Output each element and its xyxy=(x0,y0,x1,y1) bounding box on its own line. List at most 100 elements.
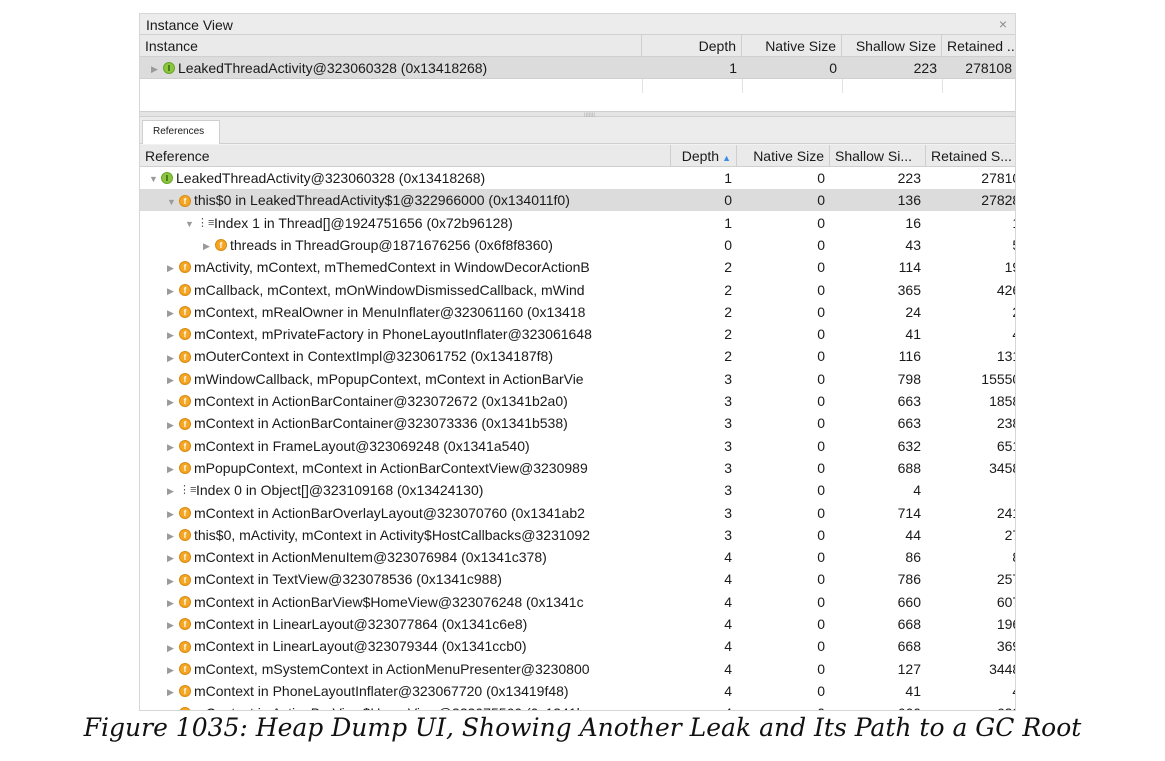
sort-ascending-icon: ▲ xyxy=(722,153,731,163)
field-icon: f xyxy=(179,350,191,363)
reference-row[interactable]: ▼ f this$0 in LeakedThreadActivity$1@32296… xyxy=(140,189,1015,212)
reference-native-cell: 0 xyxy=(817,281,825,298)
column-header-reference[interactable]: Reference xyxy=(140,145,671,167)
field-icon: f xyxy=(179,328,191,341)
instance-retained-size: 278108 xyxy=(965,60,1012,76)
array-index-icon: ⋮≡ xyxy=(179,484,197,497)
reference-cell: ▶ f mContext in TextView@323078536 (0x1341… xyxy=(140,568,671,590)
reference-retained-cell: 155502 xyxy=(981,370,1015,387)
reference-row[interactable]: ▶ f mContext in ActionMenuItem@323076984 (… xyxy=(140,546,1015,568)
reference-retained-cell: 4 xyxy=(926,479,1015,501)
field-icon: f xyxy=(179,529,191,542)
reference-row[interactable]: ▶ f mActivity, mContext, mThemedContext in… xyxy=(140,256,1015,278)
reference-row[interactable]: ▶ f mContext in TextView@323078536 (0x1341… xyxy=(140,568,1015,590)
reference-row[interactable]: ▶ ⋮≡Index 0 in Object[]@323109168 (0x1342… xyxy=(140,479,1015,501)
column-header-shallow-size[interactable]: Shallow Size xyxy=(842,35,942,57)
reference-row[interactable]: ▶ f mContext, mPrivateFactory in PhoneLayo… xyxy=(140,323,1015,345)
reference-row[interactable]: ▶ f mContext in LinearLayout@323077864 (0x… xyxy=(140,613,1015,635)
expand-arrow-icon[interactable]: ▶ xyxy=(167,302,179,323)
reference-native-cell: 0 xyxy=(817,393,825,409)
column-header-depth[interactable]: Depth ▲ xyxy=(671,145,737,167)
collapse-arrow-icon[interactable]: ▼ xyxy=(149,168,161,189)
column-header-depth[interactable]: Depth xyxy=(642,35,742,57)
column-header-retained[interactable]: Retained ...▼ xyxy=(942,35,1015,57)
column-header-native-size[interactable]: Native Size xyxy=(737,145,830,167)
reference-shallow-cell: 4 xyxy=(913,482,921,499)
reference-row[interactable]: ▶ f mCallback, mContext, mOnWindowDismisse… xyxy=(140,279,1015,301)
reference-row[interactable]: ▶ f mContext in FrameLayout@323069248 (0x1… xyxy=(140,435,1015,457)
column-header-shallow-size[interactable]: Shallow Si... xyxy=(830,145,926,167)
reference-row[interactable]: ▼ ⋮≡Index 1 in Thread[]@1924751656 (0x72b… xyxy=(140,212,1015,234)
expand-arrow-icon[interactable]: ▶ xyxy=(167,525,179,546)
expand-arrow-icon[interactable]: ▶ xyxy=(203,235,215,256)
reference-native-cell: 0 xyxy=(817,437,825,454)
expand-arrow-icon[interactable]: ▶ xyxy=(167,280,179,301)
expand-arrow-icon[interactable]: ▶ xyxy=(167,436,179,457)
reference-row[interactable]: ▶ f mContext, mSystemContext in ActionMenu… xyxy=(140,658,1015,680)
reference-row[interactable]: ▼ I LeakedThreadActivity@323060328 (0x1341… xyxy=(140,167,1015,189)
expand-arrow-icon[interactable]: ▶ xyxy=(167,414,179,435)
expand-arrow-icon[interactable]: ▶ xyxy=(167,547,179,568)
reference-retained-cell: 18585 xyxy=(989,393,1015,409)
expand-arrow-icon[interactable]: ▶ xyxy=(167,659,179,680)
instance-icon: I xyxy=(163,62,175,75)
reference-row[interactable]: ▶ f mContext in ActionBarOverlayLayout@323… xyxy=(140,502,1015,524)
column-header-instance[interactable]: Instance xyxy=(140,35,642,57)
expand-arrow-icon[interactable]: ▶ xyxy=(167,458,179,479)
reference-row[interactable]: ▶fmContext in ActionBarView$HomeView@323… xyxy=(140,702,1015,710)
expand-arrow-icon[interactable]: ▶ xyxy=(167,369,179,390)
expand-arrow-icon[interactable]: ▶ xyxy=(167,257,179,278)
close-icon[interactable]: × xyxy=(999,16,1007,32)
expand-arrow-icon[interactable]: ▶ xyxy=(167,681,179,702)
reference-native-cell: 0 xyxy=(817,348,825,365)
reference-cell: ▶ f mContext in ActionBarContainer@3230733… xyxy=(140,412,671,434)
column-header-native-size[interactable]: Native Size xyxy=(742,35,842,57)
reference-row[interactable]: ▶ f mPopupContext, mContext in ActionBarCo… xyxy=(140,457,1015,479)
expand-arrow-icon[interactable]: ▶ xyxy=(167,637,179,658)
instance-row[interactable]: ▶ I LeakedThreadActivity@323060328 (0x1341… xyxy=(140,57,1015,79)
reference-row[interactable]: ▶ f mContext in PhoneLayoutInflater@323067… xyxy=(140,680,1015,702)
reference-row[interactable]: ▶ f mWindowCallback, mPopupContext, mConte… xyxy=(140,368,1015,390)
column-header-retained-size[interactable]: Retained S... xyxy=(926,145,1015,167)
collapse-arrow-icon[interactable]: ▼ xyxy=(167,191,179,212)
expand-arrow-icon[interactable]: ▶ xyxy=(167,391,179,412)
reference-retained-cell: 49 xyxy=(926,680,1015,702)
reference-row[interactable]: ▶fmContext in ActionBarView$HomeView@323… xyxy=(140,591,1015,613)
reference-shallow-cell: 86 xyxy=(905,549,921,566)
field-icon: f xyxy=(179,506,191,519)
expand-arrow-icon[interactable]: ▶ xyxy=(151,58,163,79)
reference-row[interactable]: ▶ f threads in ThreadGroup@1871676256 (0x6… xyxy=(140,234,1015,256)
reference-depth-cell: 0 xyxy=(724,236,732,253)
reference-depth-cell: 4 xyxy=(724,549,732,566)
expand-arrow-icon[interactable]: ▶ xyxy=(167,503,179,524)
reference-label: mContext in FrameLayout@323069248 (0x134… xyxy=(194,437,530,454)
reference-shallow-cell: 668 xyxy=(897,638,921,655)
reference-row[interactable]: ▶ f mContext in ActionBarContainer@3230726… xyxy=(140,390,1015,412)
reference-retained-cell: 1964 xyxy=(996,616,1015,632)
reference-row[interactable]: ▶ f mContext, mRealOwner in MenuInflater@3… xyxy=(140,301,1015,323)
expand-arrow-icon[interactable]: ▶ xyxy=(167,614,179,635)
field-icon: f xyxy=(179,573,191,586)
reference-native-cell: 0 xyxy=(817,593,825,610)
reference-shallow-cell: 786 xyxy=(897,571,921,588)
expand-arrow-icon[interactable]: ▶ xyxy=(167,347,179,368)
reference-shallow-cell: 16 xyxy=(905,214,921,231)
reference-native-cell: 0 xyxy=(817,482,825,499)
reference-row[interactable]: ▶ f this$0, mActivity, mContext in Activit… xyxy=(140,524,1015,546)
reference-row[interactable]: ▶ f mContext in ActionBarContainer@3230733… xyxy=(140,412,1015,434)
reference-native-cell: 0 xyxy=(817,303,825,320)
reference-retained-cell: 2417 xyxy=(996,504,1015,521)
tab-references[interactable]: References xyxy=(142,120,220,144)
expand-arrow-icon[interactable]: ▶ xyxy=(167,324,179,345)
expand-arrow-icon[interactable]: ▶ xyxy=(167,703,179,710)
expand-arrow-icon[interactable]: ▶ xyxy=(167,570,179,591)
expand-arrow-icon[interactable]: ▶ xyxy=(167,592,179,613)
reference-label: mActivity, mContext, mThemedContext in W… xyxy=(194,259,590,276)
reference-native-cell: 0 xyxy=(817,192,825,209)
reference-row[interactable]: ▶ f mOuterContext in ContextImpl@323061752… xyxy=(140,345,1015,368)
collapse-arrow-icon[interactable]: ▼ xyxy=(185,213,197,234)
expand-arrow-icon[interactable]: ▶ xyxy=(167,480,179,501)
reference-row[interactable]: ▶ f mContext in LinearLayout@323079344 (0x… xyxy=(140,635,1015,658)
reference-depth-cell: 2 xyxy=(724,326,732,343)
reference-depth-cell: 3 xyxy=(724,393,732,409)
